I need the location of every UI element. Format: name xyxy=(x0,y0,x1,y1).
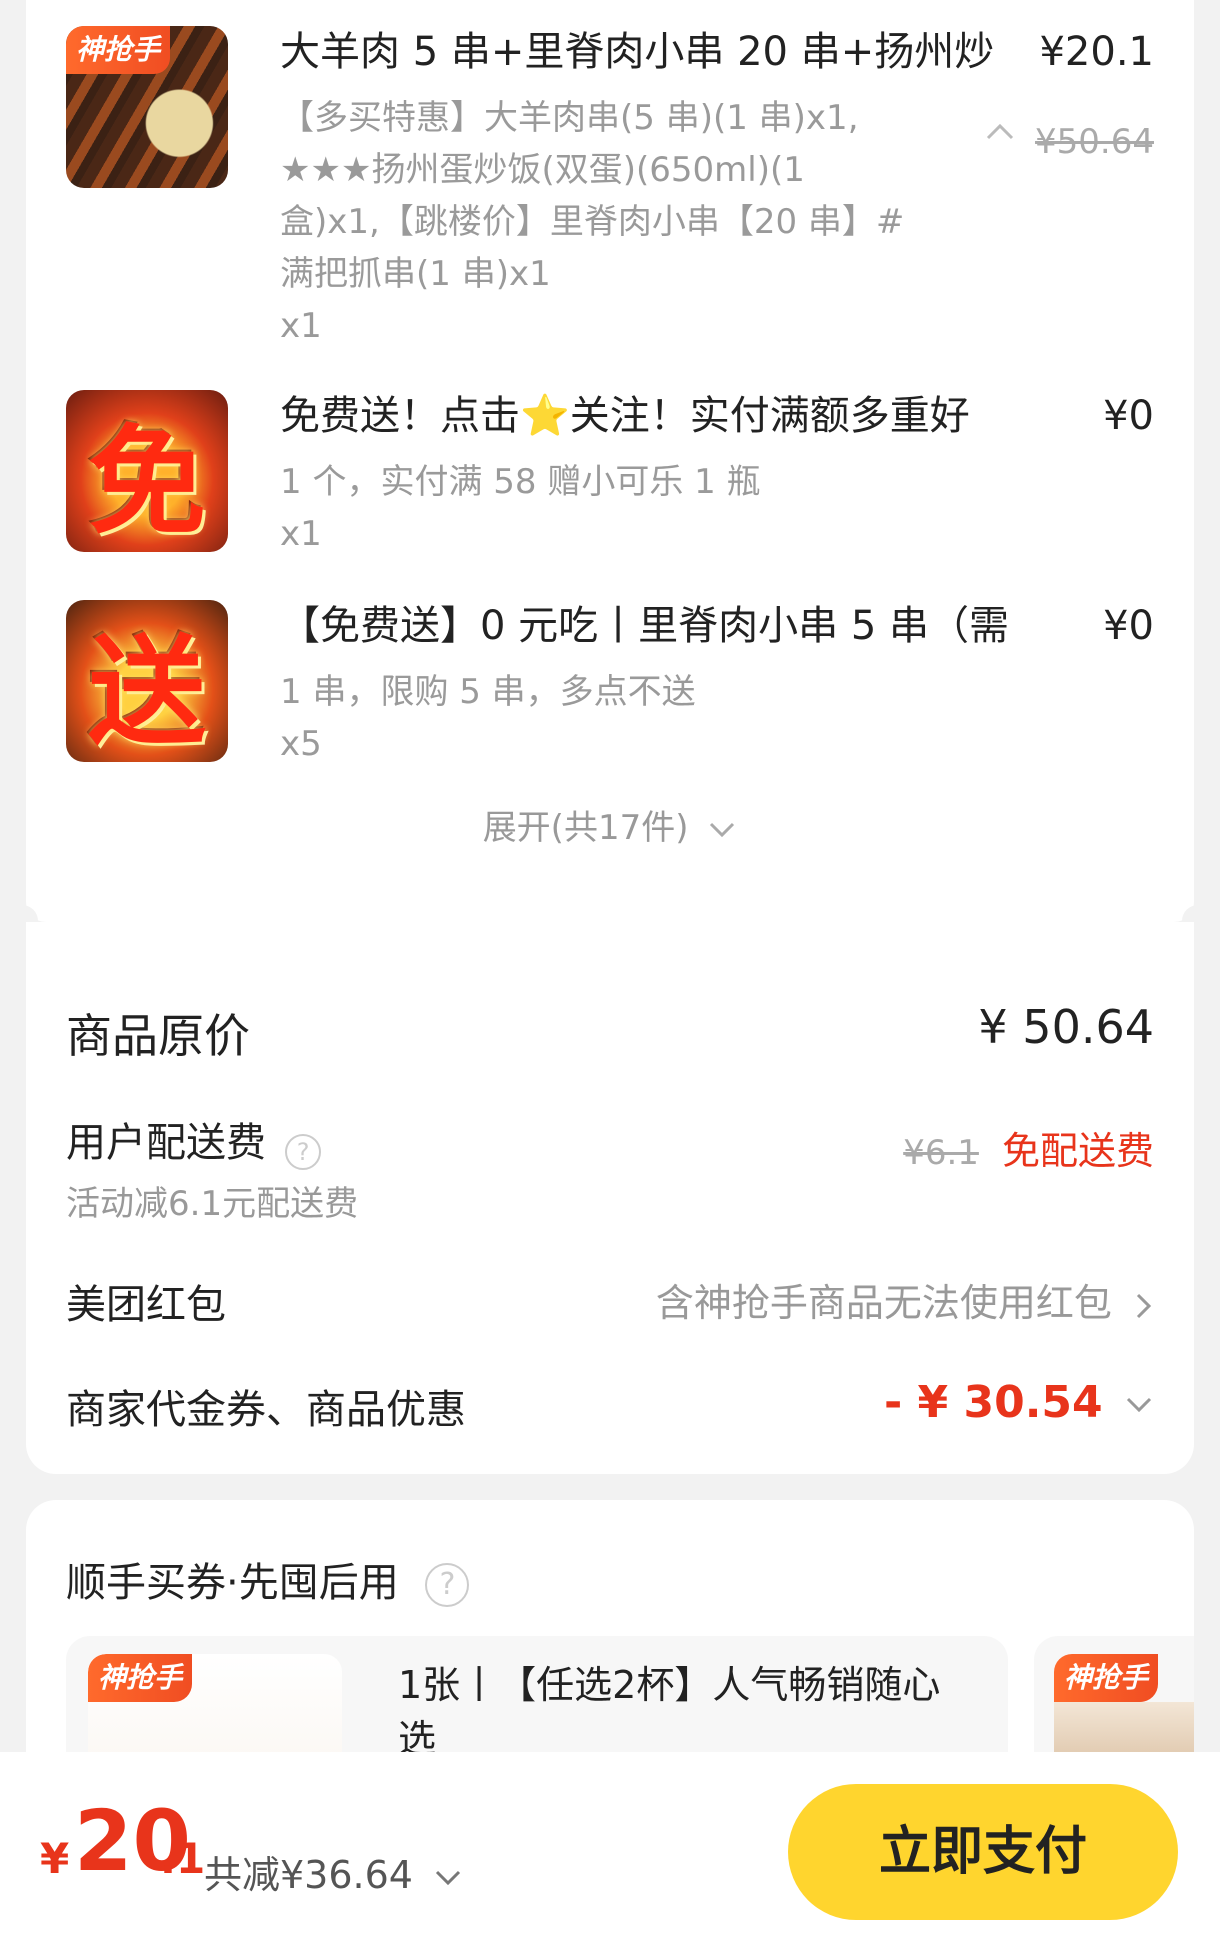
chevron-down-icon xyxy=(436,1870,461,1885)
voucher-title-line: 1张丨【任选2杯】人气畅销随心 xyxy=(398,1663,941,1707)
coupon-value: - ¥ 30.54 xyxy=(883,1377,1103,1428)
item-desc-line: ★★★扬州蛋炒饭(双蛋)(650ml)(1 xyxy=(280,150,805,190)
help-icon[interactable]: ? xyxy=(285,1133,322,1170)
order-item[interactable]: 神抢手 大羊肉 5 串+里脊肉小串 20 串+扬州炒 ¥20.1 ¥50.64 … xyxy=(66,26,1154,346)
item-quantity: x1 xyxy=(280,514,322,554)
item-desc-line: 【多买特惠】大羊肉串(5 串)(1 串)x1, xyxy=(280,98,859,138)
chevron-down-icon xyxy=(1126,1397,1152,1413)
delivery-fee-row: 用户配送费 ? 活动减6.1元配送费 ¥6.1 免配送费 xyxy=(66,1110,1154,1225)
chevron-right-icon xyxy=(1136,1293,1152,1318)
pay-now-button[interactable]: 立即支付 xyxy=(788,1784,1178,1920)
expand-items-button[interactable]: 展开(共17件) xyxy=(26,800,1194,849)
free-glyph: 免 xyxy=(87,412,206,551)
item-price: ¥0 xyxy=(1103,393,1154,439)
original-price-row: 商品原价 ¥ 50.64 xyxy=(66,1000,1154,1066)
item-quantity: x1 xyxy=(280,306,322,346)
item-desc-line: 满把抓串(1 串)x1 xyxy=(280,254,551,294)
expand-label: 展开(共17件) xyxy=(482,808,689,848)
help-icon[interactable]: ? xyxy=(425,1563,470,1607)
item-thumbnail: 神抢手 xyxy=(66,26,228,188)
voucher-text: 1张丨【任选2杯】人气畅销随心 选 xyxy=(398,1658,978,1766)
item-price: ¥0 xyxy=(1103,603,1154,649)
voucher-section-title: 顺手买券·先囤后用 xyxy=(66,1560,399,1606)
item-desc-line: 1 个，实付满 58 赠小可乐 1 瓶 xyxy=(280,462,761,502)
item-desc-line: 1 串，限购 5 串，多点不送 xyxy=(280,672,696,712)
item-thumbnail: 送 xyxy=(66,600,228,762)
original-price-label: 商品原价 xyxy=(66,1009,250,1063)
total-currency: ¥ xyxy=(40,1834,70,1883)
price-summary-card: 商品原价 ¥ 50.64 用户配送费 ? 活动减6.1元配送费 ¥6.1 免配送… xyxy=(26,922,1194,1474)
red-packet-row[interactable]: 美团红包 含神抢手商品无法使用红包 xyxy=(66,1272,1154,1330)
item-title: 大羊肉 5 串+里脊肉小串 20 串+扬州炒 xyxy=(280,29,995,75)
send-glyph: 送 xyxy=(87,622,206,761)
total-savings[interactable]: 共减¥36.64 xyxy=(204,1844,463,1899)
chevron-up-icon[interactable] xyxy=(984,122,1016,142)
coupon-row[interactable]: 商家代金券、商品优惠 - ¥ 30.54 xyxy=(66,1377,1154,1435)
delivery-fee-original: ¥6.1 xyxy=(903,1133,979,1173)
order-item[interactable]: 送 【免费送】0 元吃丨里脊肉小串 5 串（需 ¥0 1 串，限购 5 串，多点… xyxy=(66,600,1154,770)
flash-deal-badge: 神抢手 xyxy=(66,26,171,74)
chevron-down-icon xyxy=(710,822,735,837)
original-price-value: ¥ 50.64 xyxy=(978,1000,1154,1054)
total-decimal: .1 xyxy=(160,1834,206,1883)
item-desc-line: 盒)x1,【跳楼价】里脊肉小串【20 串】# xyxy=(280,202,905,242)
order-items-card: 神抢手 大羊肉 5 串+里脊肉小串 20 串+扬州炒 ¥20.1 ¥50.64 … xyxy=(26,0,1194,922)
savings-label: 共减¥36.64 xyxy=(204,1853,413,1897)
item-title: 免费送！点击⭐关注！实付满额多重好 xyxy=(280,393,970,439)
checkout-bar: ¥ 20 .1 共减¥36.64 立即支付 xyxy=(0,1752,1220,1950)
delivery-fee-label: 用户配送费 xyxy=(66,1120,266,1166)
red-packet-note: 含神抢手商品无法使用红包 xyxy=(655,1281,1112,1325)
flash-deal-badge: 神抢手 xyxy=(88,1654,193,1702)
red-packet-label: 美团红包 xyxy=(66,1282,226,1328)
item-title: 【免费送】0 元吃丨里脊肉小串 5 串（需 xyxy=(280,603,1010,649)
order-item[interactable]: 免 免费送！点击⭐关注！实付满额多重好 ¥0 1 个，实付满 58 赠小可乐 1… xyxy=(66,390,1154,560)
flash-deal-badge: 神抢手 xyxy=(1054,1654,1159,1702)
item-quantity: x5 xyxy=(280,724,322,764)
free-delivery-label: 免配送费 xyxy=(1001,1129,1154,1173)
item-thumbnail: 免 xyxy=(66,390,228,552)
item-price: ¥20.1 xyxy=(1039,29,1154,75)
coupon-label: 商家代金券、商品优惠 xyxy=(66,1387,466,1433)
delivery-discount-note: 活动减6.1元配送费 xyxy=(66,1183,359,1224)
section-title: 顺手买券·先囤后用 ? xyxy=(66,1550,470,1608)
item-original-price: ¥50.64 xyxy=(1035,122,1154,162)
